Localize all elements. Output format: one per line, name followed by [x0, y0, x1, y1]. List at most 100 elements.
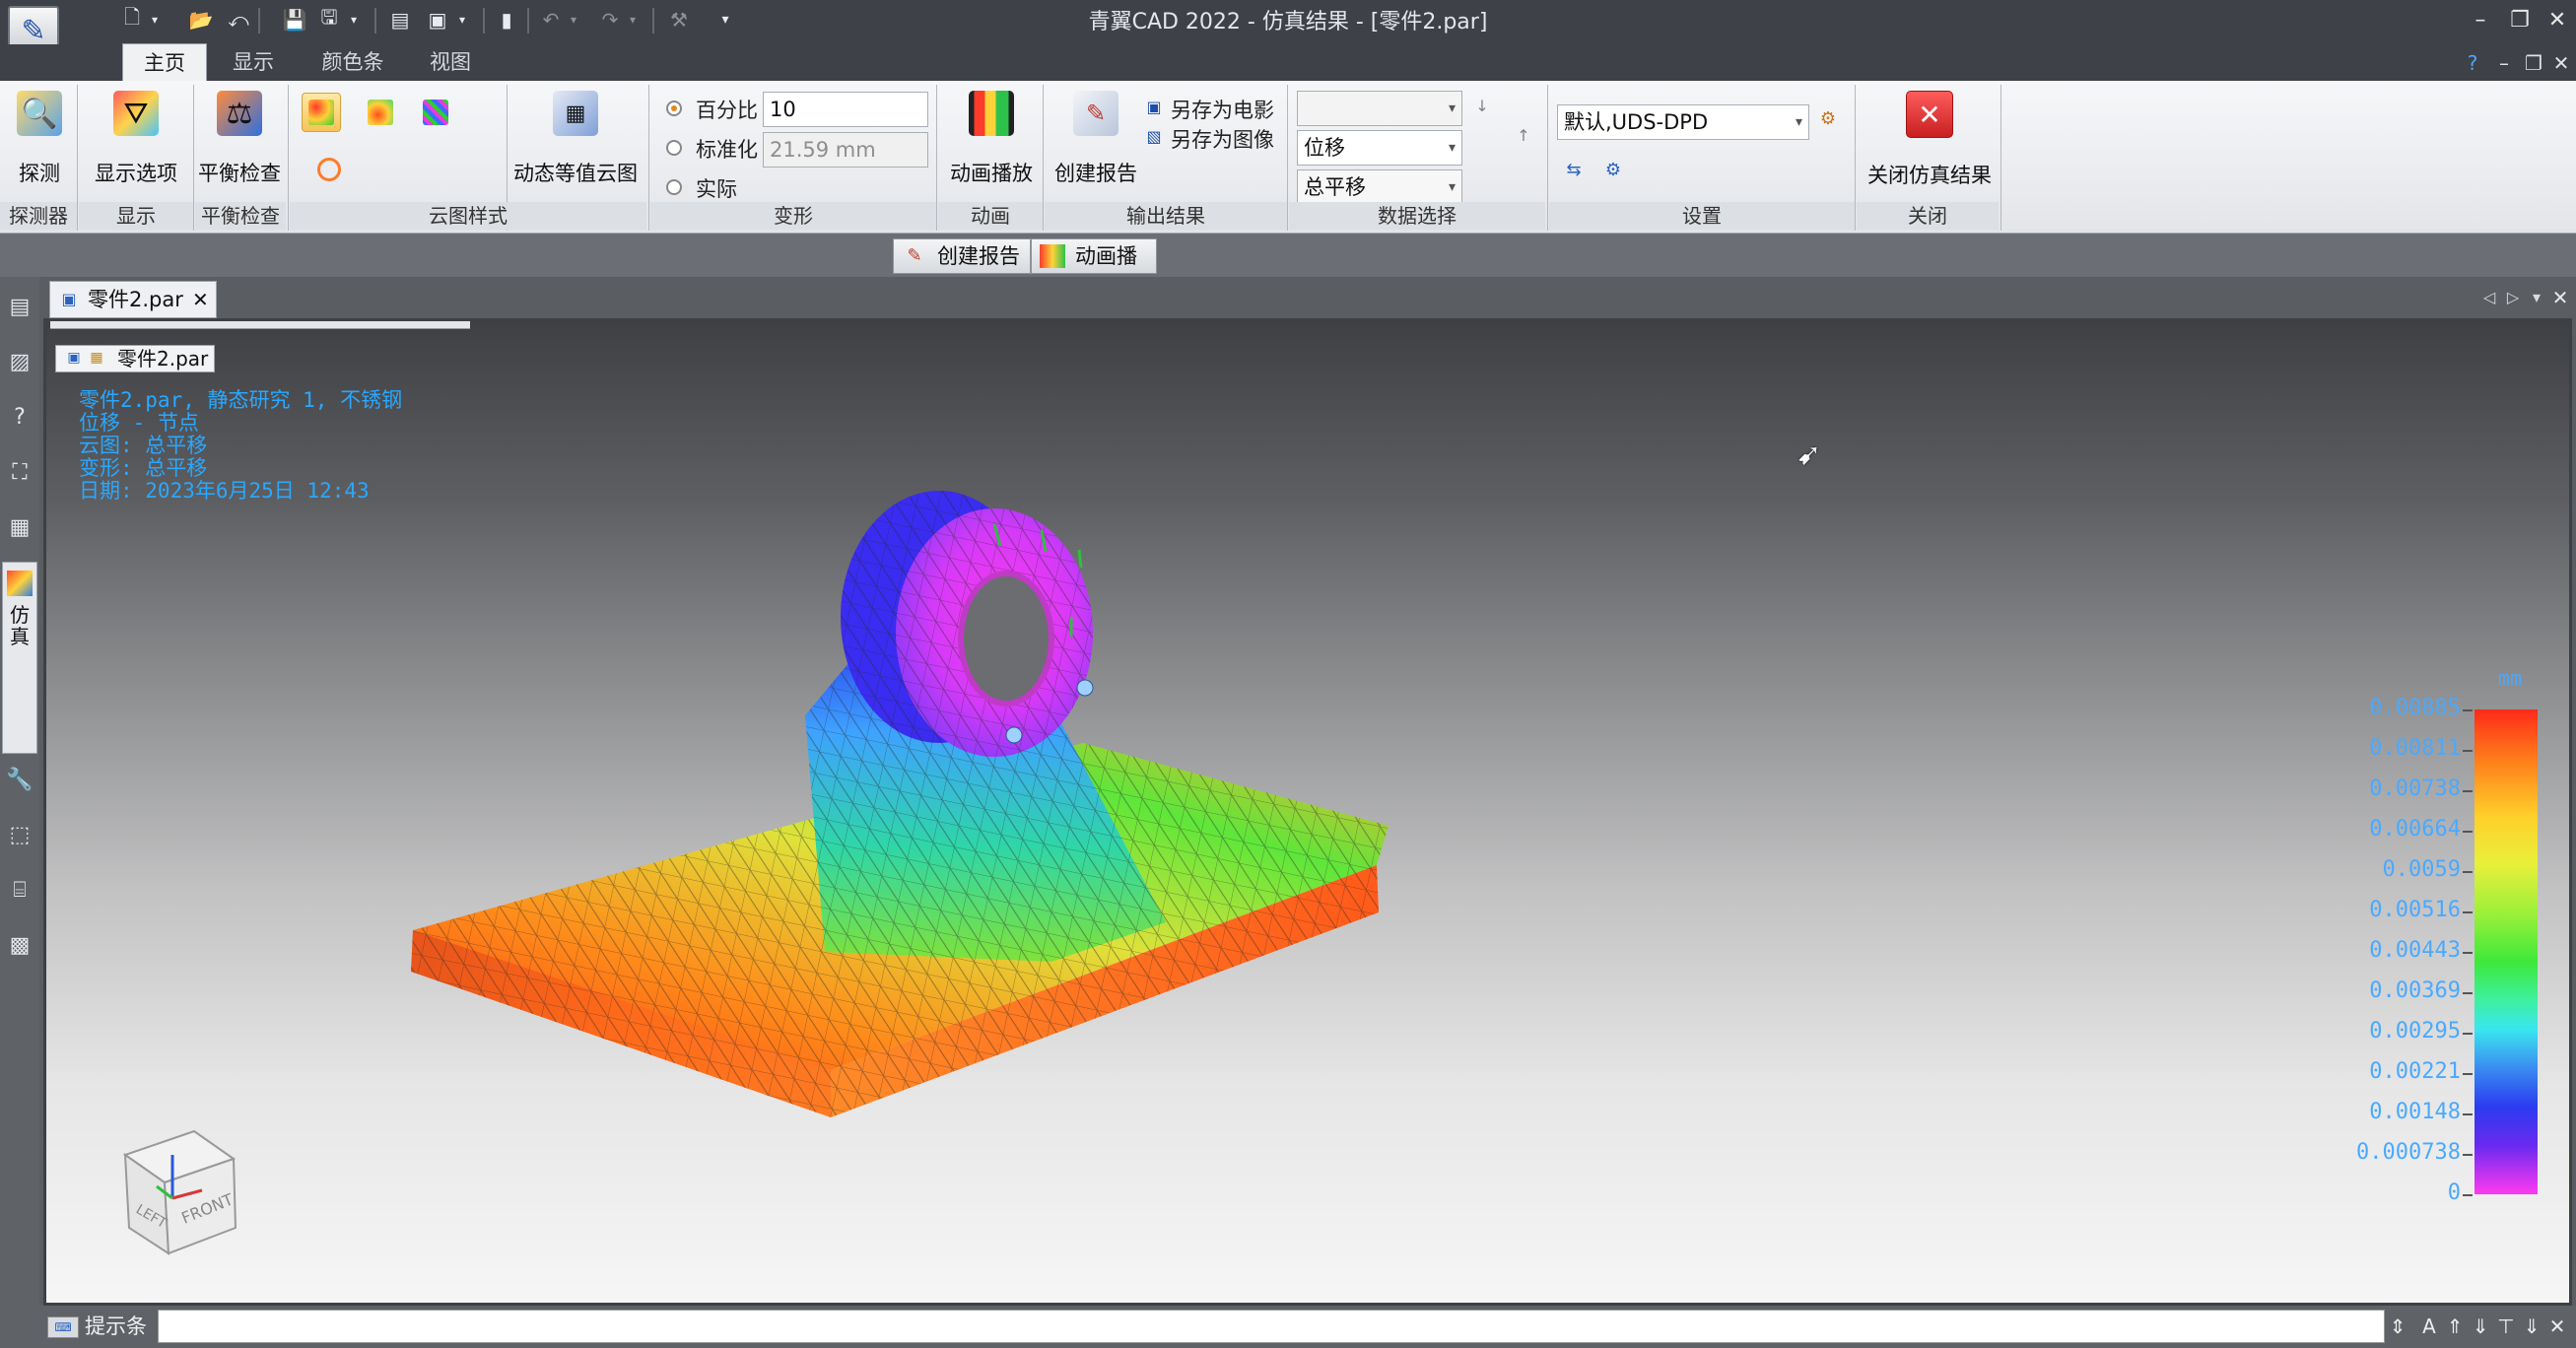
- prompt-input[interactable]: [158, 1310, 2385, 1343]
- tab-colorbar[interactable]: 颜色条: [305, 43, 400, 81]
- colorbar-tick-mark: [2463, 911, 2473, 913]
- component-combo[interactable]: 总平移 ▾: [1297, 169, 1462, 205]
- step-down-icon[interactable]: ↓: [1472, 97, 1492, 120]
- settings-options-icon[interactable]: ⚙: [1600, 160, 1626, 185]
- contour-smooth-icon[interactable]: [361, 93, 400, 132]
- radio-actual[interactable]: [666, 179, 682, 195]
- scroll-updown-icon[interactable]: ⇕: [2385, 1312, 2410, 1341]
- view-cube[interactable]: FRONT LEFT: [86, 1125, 243, 1273]
- display-options-button[interactable]: ⛛ 显示选项: [89, 91, 183, 187]
- help-panel-icon[interactable]: ?: [4, 402, 35, 434]
- link-icon[interactable]: ⤺: [225, 5, 252, 34]
- group-label-balance: 平衡检查: [195, 202, 286, 230]
- tools-icon[interactable]: ⚒: [665, 5, 693, 34]
- normalized-value-input[interactable]: 21.59 mm: [763, 132, 928, 168]
- group-separator: [1287, 85, 1288, 231]
- command-bar: [0, 234, 2576, 277]
- colorbar-unit: mm: [2497, 666, 2522, 690]
- import-settings-icon[interactable]: ⇆: [1561, 160, 1587, 185]
- tab-view[interactable]: 视图: [414, 43, 487, 81]
- quick-play-animation-button[interactable]: 动画播放: [1031, 238, 1157, 302]
- wrench-icon[interactable]: 🔧: [4, 765, 35, 796]
- close-simulation-button[interactable]: ✕ 关闭仿真结果: [1861, 91, 1999, 189]
- dock-icon[interactable]: ⇓: [2519, 1312, 2544, 1341]
- graphics-viewport[interactable]: ➹ mm 0.00885 0.00811 0.00738 0.00664 0.0059 0…: [43, 318, 2572, 1306]
- properties-dropdown-icon[interactable]: ▾: [455, 5, 469, 34]
- layers-icon[interactable]: ▨: [4, 347, 35, 378]
- tab-display[interactable]: 显示: [217, 43, 290, 81]
- select-icon[interactable]: ⬚: [4, 820, 35, 851]
- feature-tree-icon[interactable]: ▤: [4, 292, 35, 323]
- print-icon[interactable]: ▤: [386, 5, 414, 34]
- save-all-icon[interactable]: 🖫: [315, 5, 343, 34]
- save-as-movie-button[interactable]: ▣ 另存为电影: [1143, 95, 1281, 122]
- save-as-image-button[interactable]: ▧ 另存为图像: [1143, 124, 1281, 152]
- data-step-combo[interactable]: ▾: [1297, 91, 1462, 126]
- radio-normalized[interactable]: [666, 140, 682, 156]
- settings-manage-icon[interactable]: ⚙: [1815, 108, 1841, 134]
- customize-qat-icon[interactable]: ▾: [715, 5, 735, 34]
- simulation-side-tab[interactable]: 仿真: [2, 562, 37, 754]
- undo-dropdown-icon[interactable]: ▾: [567, 5, 580, 34]
- doc-close-icon[interactable]: ✕: [2546, 49, 2576, 77]
- mesh-icon[interactable]: ▩: [4, 930, 35, 962]
- dynamic-contour-button[interactable]: ▦ 动态等值云图: [512, 91, 639, 187]
- group-label-animation: 动画: [938, 202, 1043, 230]
- contour-isoline-icon[interactable]: [309, 150, 349, 189]
- camera-icon[interactable]: ⌸: [4, 875, 35, 907]
- redo-icon[interactable]: ↷: [596, 5, 624, 34]
- result-type-combo[interactable]: 位移 ▾: [1297, 130, 1462, 166]
- report-icon: ✎: [1073, 91, 1119, 136]
- colorbar-ticks: 0.00885 0.00811 0.00738 0.00664 0.0059 0.0051…: [2313, 321, 2461, 1303]
- save-dropdown-icon[interactable]: ▾: [347, 5, 361, 34]
- redo-dropdown-icon[interactable]: ▾: [626, 5, 640, 34]
- contour-fringe-icon[interactable]: [302, 93, 341, 132]
- bookmark-icon[interactable]: ▮: [493, 5, 520, 34]
- play-animation-button[interactable]: 动画播放: [944, 91, 1039, 187]
- quick-create-report-button[interactable]: ✎ 创建报告: [893, 238, 1031, 274]
- colorbar-tick-mark: [2463, 1033, 2473, 1035]
- save-icon[interactable]: 💾: [281, 5, 308, 34]
- new-file-icon[interactable]: 🗋: [118, 5, 146, 34]
- parts-icon[interactable]: ▦: [4, 512, 35, 544]
- balance-check-button[interactable]: ⚖ 平衡检查: [195, 91, 284, 187]
- close-window-icon[interactable]: ✕: [2541, 4, 2574, 37]
- keyboard-icon[interactable]: ⌨: [47, 1316, 79, 1338]
- doc-restore-icon[interactable]: ❐: [2519, 49, 2548, 77]
- collapse-icon[interactable]: ⇑: [2442, 1312, 2468, 1341]
- group-separator: [648, 85, 649, 231]
- expand-icon[interactable]: ⇓: [2468, 1312, 2493, 1341]
- document-tab[interactable]: ▣ 零件2.par ✕: [49, 281, 217, 318]
- tab-home[interactable]: 主页: [122, 43, 207, 81]
- properties-icon[interactable]: ▣: [424, 5, 451, 34]
- contour-mesh-icon[interactable]: [416, 93, 455, 132]
- display-filter-icon: ⛛: [113, 91, 159, 136]
- library-icon[interactable]: ⛶: [4, 457, 35, 489]
- step-up-icon[interactable]: ↑: [1514, 126, 1533, 150]
- open-folder-icon[interactable]: 📂: [187, 5, 215, 34]
- probe-button[interactable]: 🔍 探测: [8, 91, 71, 187]
- restore-icon[interactable]: ❐: [2503, 4, 2537, 37]
- percent-value-input[interactable]: 10: [763, 92, 928, 127]
- help-icon[interactable]: ?: [2458, 49, 2487, 77]
- radio-percent[interactable]: [666, 101, 682, 116]
- left-sidebar: [0, 277, 39, 1348]
- pin-icon[interactable]: ⊤: [2493, 1312, 2519, 1341]
- part-icon: ▦: [90, 350, 103, 366]
- tab-scroll-left-icon[interactable]: ◁: [2479, 284, 2499, 311]
- close-tab-icon[interactable]: ✕: [192, 282, 209, 317]
- minimize-icon[interactable]: –: [2464, 4, 2497, 37]
- tab-list-icon[interactable]: ▾: [2527, 284, 2546, 311]
- close-status-icon[interactable]: ✕: [2544, 1312, 2570, 1341]
- tab-scroll-right-icon[interactable]: ▷: [2503, 284, 2523, 311]
- group-separator: [1043, 85, 1044, 231]
- fea-model: [411, 491, 1389, 1117]
- close-doc-icon[interactable]: ✕: [2548, 284, 2572, 311]
- balance-check-label: 平衡检查: [198, 162, 281, 185]
- new-dropdown-icon[interactable]: ▾: [148, 5, 162, 34]
- create-report-button[interactable]: ✎ 创建报告: [1049, 91, 1143, 187]
- doc-minimize-icon[interactable]: –: [2489, 49, 2519, 77]
- settings-combo[interactable]: 默认,UDS-DPD ▾: [1557, 104, 1809, 140]
- font-size-icon[interactable]: A: [2416, 1312, 2442, 1341]
- undo-icon[interactable]: ↶: [537, 5, 565, 34]
